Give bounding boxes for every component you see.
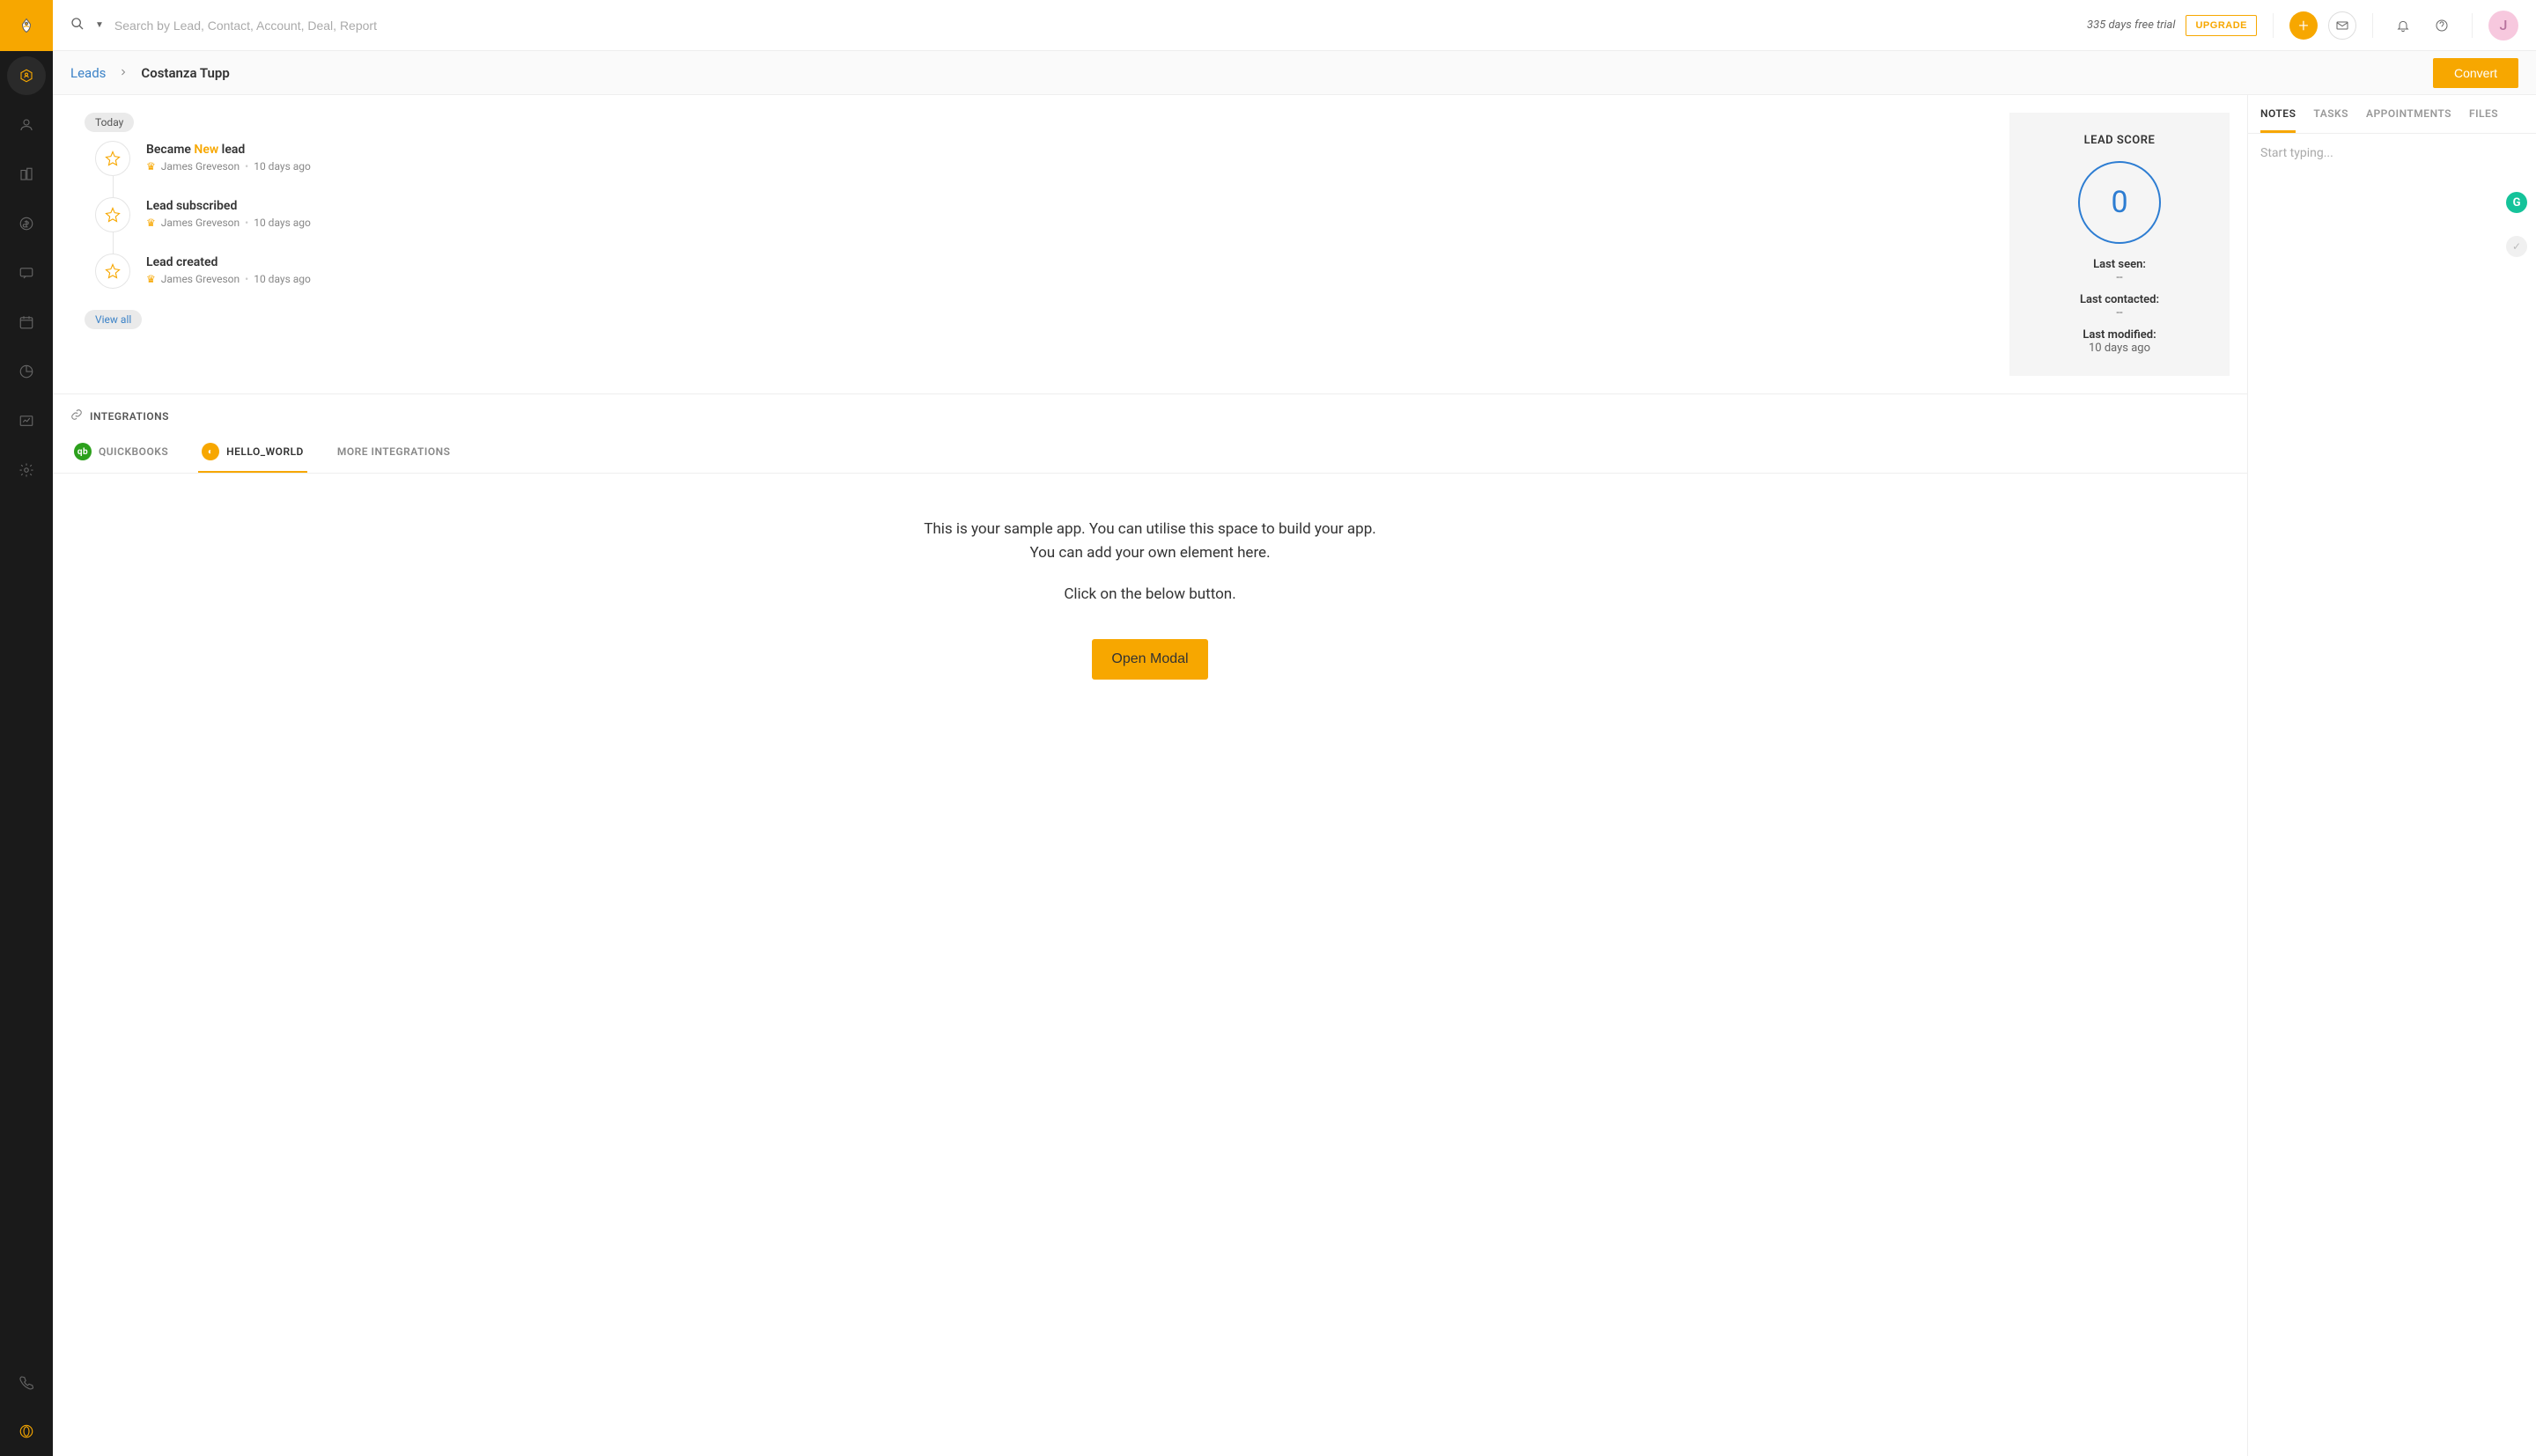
timeline-item: Lead subscribed ♛James Greveson•10 days … [95,197,1992,232]
today-chip: Today [85,113,134,132]
convert-button[interactable]: Convert [2433,58,2518,88]
star-icon [95,254,130,289]
integration-body: This is your sample app. You can utilise… [53,474,2247,724]
star-icon [95,197,130,232]
sidebar-item-conversations[interactable] [7,254,46,292]
timeline-title: Lead subscribed [146,199,311,213]
tab-more-integrations[interactable]: MORE INTEGRATIONS [334,432,454,473]
timeline-title: Lead created [146,255,311,269]
crown-icon: ♛ [146,160,156,173]
divider [2372,13,2373,38]
crown-icon: ♛ [146,273,156,285]
sidebar-item-calendar[interactable] [7,303,46,342]
right-panel: NOTES TASKS APPOINTMENTS FILES Start typ… [2247,95,2536,1456]
open-modal-button[interactable]: Open Modal [1092,639,1207,680]
integrations-header: INTEGRATIONS [53,394,2247,432]
last-seen-label: Last seen: [2031,258,2208,271]
grammarly-icon[interactable]: G [2506,192,2527,213]
last-contacted-label: Last contacted: [2031,293,2208,306]
tab-appointments[interactable]: APPOINTMENTS [2366,95,2451,133]
avatar[interactable]: J [2488,11,2518,40]
timeline-title: Became New lead [146,143,311,157]
chevron-right-icon [118,64,129,81]
view-all-button[interactable]: View all [85,310,142,329]
breadcrumb: Leads Costanza Tupp Convert [53,51,2536,95]
link-icon [70,408,83,423]
sidebar-item-dashboard[interactable] [7,401,46,440]
timeline-author: James Greveson [161,217,240,229]
timeline-item: Lead created ♛James Greveson•10 days ago [95,254,1992,289]
notes-input[interactable]: Start typing... [2248,134,2536,173]
last-modified-value: 10 days ago [2031,342,2208,355]
search-icon[interactable] [70,17,85,34]
search-input[interactable] [114,18,2076,33]
sidebar-item-contacts[interactable] [7,106,46,144]
score-title: LEAD SCORE [2031,134,2208,147]
divider [2273,13,2274,38]
hello-world-icon: ◐ [202,443,219,460]
sidebar-item-phone[interactable] [7,1363,46,1401]
sidebar-item-leads[interactable] [7,56,46,95]
crown-icon: ♛ [146,217,156,229]
brand-logo[interactable] [0,0,53,51]
tab-hello-world[interactable]: ◐ HELLO_WORLD [198,432,307,473]
bell-icon[interactable] [2389,11,2417,40]
divider [2472,13,2473,38]
sidebar-item-reports[interactable] [7,352,46,391]
tab-files[interactable]: FILES [2469,95,2498,133]
help-icon[interactable] [2428,11,2456,40]
breadcrumb-parent[interactable]: Leads [70,65,106,81]
sidebar-item-deals[interactable] [7,204,46,243]
lead-score-card: LEAD SCORE 0 Last seen:-- Last contacted… [2009,113,2230,376]
trial-text: 335 days free trial [2087,18,2175,32]
timeline-time: 10 days ago [254,160,311,173]
topbar: ▼ 335 days free trial UPGRADE + J [53,0,2536,51]
integration-tabs: qb QUICKBOOKS ◐ HELLO_WORLD MORE INTEGRA… [53,432,2247,474]
last-modified-label: Last modified: [2031,328,2208,342]
star-icon [95,141,130,176]
timeline: Became New lead ♛James Greveson•10 days … [70,141,1992,289]
tab-notes[interactable]: NOTES [2260,95,2296,133]
breadcrumb-current: Costanza Tupp [141,65,229,81]
quickbooks-icon: qb [74,443,92,460]
timeline-author: James Greveson [161,160,240,173]
score-value: 0 [2078,161,2161,244]
timeline-time: 10 days ago [254,217,311,229]
timeline-time: 10 days ago [254,273,311,285]
mail-icon[interactable] [2328,11,2356,40]
sidebar-item-accounts[interactable] [7,155,46,194]
last-seen-value: -- [2031,271,2208,284]
timeline-item: Became New lead ♛James Greveson•10 days … [95,141,1992,176]
timeline-author: James Greveson [161,273,240,285]
add-button[interactable]: + [2289,11,2318,40]
sidebar-item-marketplace[interactable] [7,1412,46,1451]
upgrade-button[interactable]: UPGRADE [2186,15,2257,36]
sidebar-item-settings[interactable] [7,451,46,489]
search-dropdown-icon[interactable]: ▼ [95,20,104,30]
sidebar [0,0,53,1456]
check-icon[interactable]: ✓ [2506,236,2527,257]
last-contacted-value: -- [2031,306,2208,320]
tab-quickbooks[interactable]: qb QUICKBOOKS [70,432,172,473]
tab-tasks[interactable]: TASKS [2313,95,2348,133]
